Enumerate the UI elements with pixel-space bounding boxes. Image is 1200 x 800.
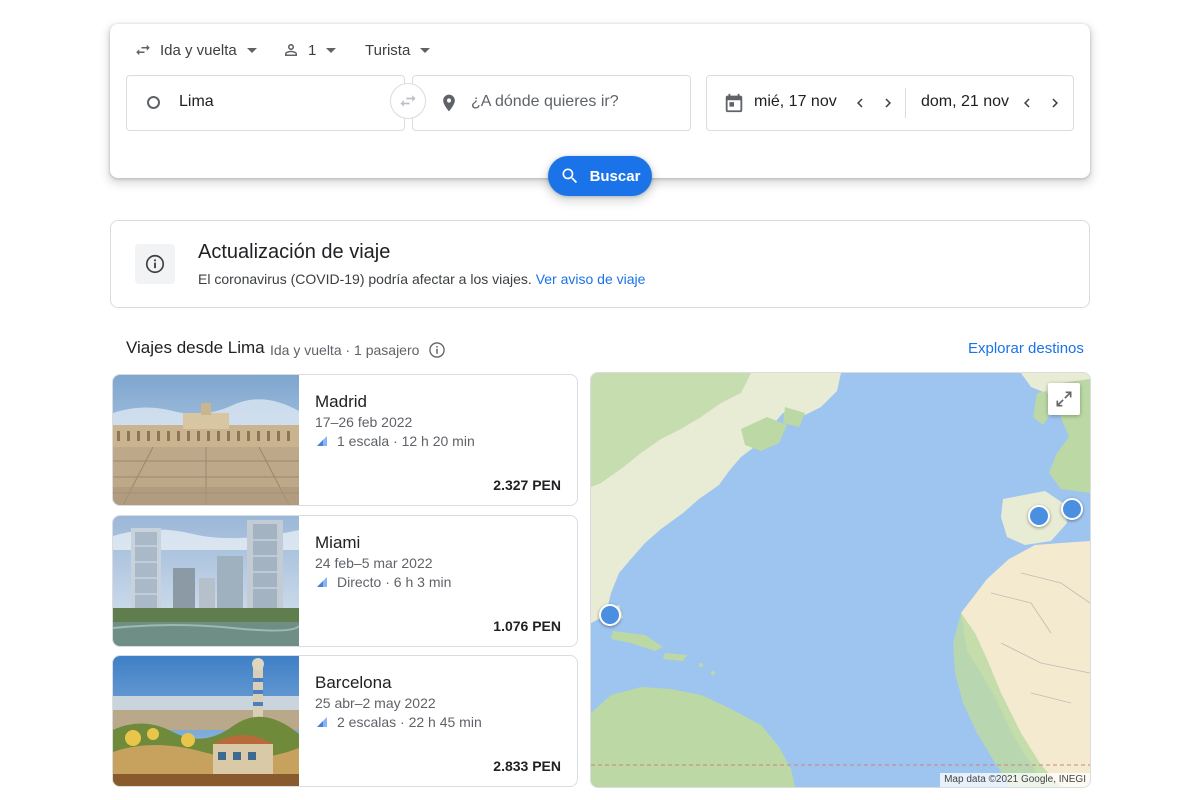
- passengers-label: 1: [308, 41, 317, 59]
- barcelona-park-image: [113, 656, 299, 786]
- chevron-left-icon[interactable]: [1018, 94, 1036, 112]
- expand-arrows-icon: [1056, 391, 1072, 407]
- destination-price: 1.076 PEN: [493, 618, 561, 634]
- destination-flight-info: 2 escalas · 22 h 45 min: [315, 714, 482, 730]
- miami-photo: [113, 516, 299, 646]
- section-subtitle-text: Ida y vuelta · 1 pasajero: [270, 342, 420, 358]
- stops-duration: 1 escala · 12 h 20 min: [337, 433, 475, 449]
- destination-city: Barcelona: [315, 673, 392, 692]
- swap-arrows-icon: [400, 95, 416, 107]
- travel-update-notice: Actualización de viaje El coronavirus (C…: [110, 220, 1090, 308]
- stops-duration: 2 escalas · 22 h 45 min: [337, 714, 482, 730]
- destination-city: Miami: [315, 533, 361, 552]
- destination-field[interactable]: ¿A dónde quieres ir?: [412, 75, 691, 131]
- destination-city: Madrid: [315, 392, 367, 411]
- origin-circle-icon: [147, 96, 160, 109]
- search-icon: [562, 168, 577, 184]
- destinations-map[interactable]: Map data ©2021 Google, INEGI: [590, 372, 1091, 788]
- airline-logo-icon: [317, 577, 327, 587]
- map-pin-madrid[interactable]: [1028, 505, 1050, 527]
- chevron-left-icon[interactable]: [851, 94, 869, 112]
- airline-logo-icon: [317, 436, 327, 446]
- destination-card-madrid[interactable]: Madrid 17–26 feb 2022 1 escala · 12 h 20…: [112, 374, 578, 506]
- madrid-palace-image: [113, 375, 299, 505]
- map-pin-miami[interactable]: [599, 604, 621, 626]
- cabin-class-dropdown[interactable]: Turista: [365, 38, 431, 62]
- notice-icon-box: [135, 244, 175, 284]
- notice-title: Actualización de viaje: [198, 241, 391, 263]
- person-icon: [285, 44, 297, 56]
- search-button-label: Buscar: [589, 167, 641, 185]
- map-attribution: Map data ©2021 Google, INEGI: [940, 773, 1090, 787]
- notice-body: El coronavirus (COVID-19) podría afectar…: [198, 271, 645, 287]
- fullscreen-button[interactable]: [1048, 383, 1080, 415]
- cabin-class-label: Turista: [365, 41, 411, 59]
- notice-text: El coronavirus (COVID-19) podría afectar…: [198, 271, 532, 287]
- section-title: Viajes desde Lima: [126, 338, 265, 357]
- info-icon[interactable]: [427, 340, 447, 360]
- map-pin-barcelona[interactable]: [1061, 498, 1083, 520]
- destination-dates: 17–26 feb 2022: [315, 414, 413, 430]
- origin-value: Lima: [179, 93, 214, 110]
- trip-type-label: Ida y vuelta: [160, 41, 237, 59]
- explore-destinations-link[interactable]: Explorar destinos: [968, 340, 1084, 357]
- return-date[interactable]: dom, 21 nov: [921, 93, 1009, 111]
- chevron-down-icon: [326, 47, 337, 53]
- map-canvas[interactable]: [591, 373, 1090, 787]
- travel-advisory-link[interactable]: Ver aviso de viaje: [536, 271, 646, 287]
- passengers-dropdown[interactable]: 1: [282, 38, 337, 62]
- miami-skyline-image: [113, 516, 299, 646]
- swap-arrows-icon: [136, 44, 150, 56]
- origin-field[interactable]: Lima: [126, 75, 405, 131]
- destination-dates: 25 abr–2 may 2022: [315, 695, 436, 711]
- dates-field[interactable]: mié, 17 nov dom, 21 nov: [706, 75, 1074, 131]
- chevron-down-icon: [246, 47, 257, 53]
- destination-card-barcelona[interactable]: Barcelona 25 abr–2 may 2022 2 escalas · …: [112, 655, 578, 787]
- destination-card-miami[interactable]: Miami 24 feb–5 mar 2022 Directo · 6 h 3 …: [112, 515, 578, 647]
- chevron-right-icon[interactable]: [879, 94, 897, 112]
- date-divider: [905, 88, 906, 118]
- search-button[interactable]: Buscar: [548, 156, 652, 196]
- info-icon: [145, 254, 165, 274]
- swap-locations-button[interactable]: [390, 83, 426, 119]
- airline-logo-icon: [317, 717, 327, 727]
- chevron-down-icon: [420, 47, 431, 53]
- search-card: Ida y vuelta 1 Turista Lima ¿A dónde qui…: [110, 24, 1090, 178]
- destination-flight-info: 1 escala · 12 h 20 min: [315, 433, 475, 449]
- chevron-right-icon[interactable]: [1046, 94, 1064, 112]
- destination-placeholder: ¿A dónde quieres ir?: [471, 93, 619, 110]
- barcelona-photo: [113, 656, 299, 786]
- destination-price: 2.833 PEN: [493, 758, 561, 774]
- madrid-photo: [113, 375, 299, 505]
- depart-date[interactable]: mié, 17 nov: [754, 93, 837, 111]
- calendar-icon: [725, 93, 743, 113]
- trip-type-dropdown[interactable]: Ida y vuelta: [134, 38, 257, 62]
- location-pin-icon: [443, 94, 455, 112]
- destination-dates: 24 feb–5 mar 2022: [315, 555, 433, 571]
- section-subtitle: Ida y vuelta · 1 pasajero: [270, 340, 447, 360]
- stops-duration: Directo · 6 h 3 min: [337, 574, 452, 590]
- destination-flight-info: Directo · 6 h 3 min: [315, 574, 451, 590]
- destination-price: 2.327 PEN: [493, 477, 561, 493]
